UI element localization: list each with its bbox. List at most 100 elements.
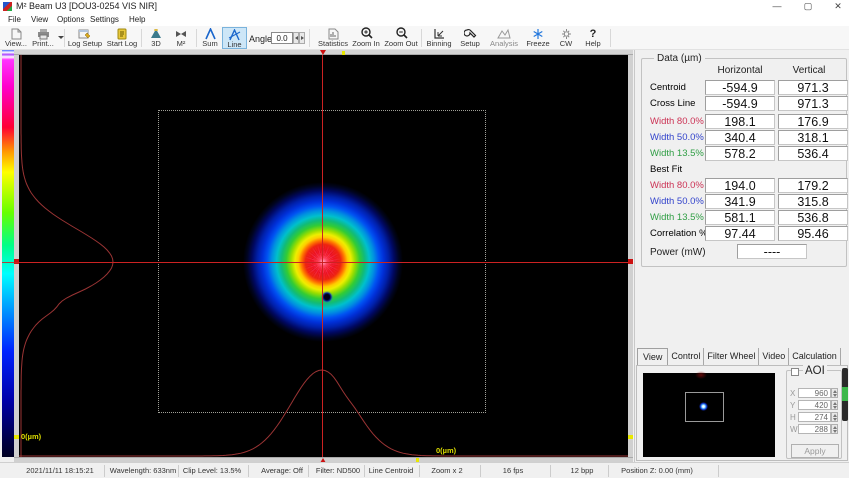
preview-beam-dot <box>699 402 708 411</box>
filter-indicator[interactable] <box>842 368 848 421</box>
data-value-horizontal: 581.1 <box>705 210 775 225</box>
app-icon <box>3 2 12 11</box>
ruler-right-zero-marker <box>628 435 633 439</box>
data-row-label: Centroid <box>650 82 686 93</box>
data-panel: Data (µm) Horizontal Vertical Centroid-5… <box>634 50 849 462</box>
title-bar: M² Beam U3 [DOU3-0254 VIS NIR] — ▢ ✕ <box>0 0 849 13</box>
preview-smudge <box>695 371 707 379</box>
freeze-button[interactable]: Freeze <box>523 27 553 49</box>
menu-help[interactable]: Help <box>129 13 145 26</box>
aoi-field-spinner[interactable] <box>831 400 838 410</box>
ruler-right-cursor-marker[interactable] <box>628 259 633 264</box>
tab-control[interactable]: Control <box>668 348 704 365</box>
status-item: 16 fps <box>503 466 523 475</box>
status-separator <box>608 465 609 477</box>
aoi-field-spinner[interactable] <box>831 388 838 398</box>
analysis-button[interactable]: Analysis <box>486 27 522 49</box>
cw-button[interactable]: CW <box>554 27 578 49</box>
m2-button[interactable]: M² <box>169 27 193 49</box>
print-button[interactable]: Print... <box>30 27 56 49</box>
data-groupbox: Data (µm) Horizontal Vertical Centroid-5… <box>641 58 847 267</box>
beam-display[interactable]: 0(µm) 0(µm) <box>19 55 628 457</box>
data-row-label: Cross Line <box>650 98 695 109</box>
toolbar: View... Print... Log Setup Start Log <box>0 26 849 50</box>
aoi-field-spinner[interactable] <box>831 412 838 422</box>
y-axis-zero-label: 0(µm) <box>21 432 41 441</box>
crosshair-horizontal[interactable] <box>19 262 628 263</box>
profile-curves <box>19 55 628 457</box>
power-value: ---- <box>737 244 807 259</box>
status-bar: 2021/11/11 18:15:21Wavelength: 633nmClip… <box>0 462 849 478</box>
data-value-horizontal: 340.4 <box>705 130 775 145</box>
aoi-label: AOI <box>803 365 827 377</box>
maximize-button[interactable]: ▢ <box>797 0 819 13</box>
close-button[interactable]: ✕ <box>827 0 849 13</box>
angle-input[interactable]: 0.0 <box>271 32 293 44</box>
aoi-field-spinner[interactable] <box>831 424 838 434</box>
aoi-checkbox[interactable] <box>791 368 799 376</box>
zoom-out-button[interactable]: Zoom Out <box>383 27 419 49</box>
start-log-button[interactable]: Start Log <box>104 27 140 49</box>
3d-button[interactable]: 3D <box>144 27 168 49</box>
aoi-field-input[interactable]: 288 <box>798 424 831 434</box>
aoi-groupbox: AOI X960Y420H274W288 Apply <box>786 370 842 459</box>
crosshair-vertical[interactable] <box>322 55 323 457</box>
aoi-field-label: W <box>790 425 798 434</box>
menu-view[interactable]: View <box>31 13 48 26</box>
data-value-horizontal: 97.44 <box>705 226 775 241</box>
aoi-field-label: Y <box>790 401 795 410</box>
status-item: 2021/11/11 18:15:21 <box>26 466 94 475</box>
help-button[interactable]: ? Help <box>579 27 607 49</box>
filter-indicator-level <box>842 387 848 401</box>
aoi-field-input[interactable]: 420 <box>798 400 831 410</box>
data-row-label: Correlation % <box>650 228 708 239</box>
data-value-vertical: 318.1 <box>778 130 848 145</box>
data-value-horizontal: 194.0 <box>705 178 775 193</box>
data-value-horizontal: 341.9 <box>705 194 775 209</box>
tab-filter-wheel[interactable]: Filter Wheel <box>704 348 759 365</box>
data-value-vertical: 179.2 <box>778 178 848 193</box>
aoi-apply-button[interactable]: Apply <box>791 444 839 458</box>
menu-file[interactable]: File <box>8 13 21 26</box>
column-horizontal: Horizontal <box>717 65 762 76</box>
aoi-field-input[interactable]: 274 <box>798 412 831 422</box>
log-setup-button[interactable]: Log Setup <box>67 27 103 49</box>
status-item: Wavelength: 633nm <box>110 466 176 475</box>
status-separator <box>550 465 551 477</box>
status-item: 12 bpp <box>571 466 594 475</box>
colormap-bar <box>2 50 14 457</box>
line-button[interactable]: Line <box>222 27 247 49</box>
preview-thumbnail[interactable] <box>643 373 775 457</box>
data-value-vertical: 971.3 <box>778 80 848 95</box>
status-separator <box>178 465 179 477</box>
status-separator <box>718 465 719 477</box>
tab-strip: ViewControlFilter WheelVideoCalculation <box>637 348 849 365</box>
view-button[interactable]: View... <box>2 27 30 49</box>
aoi-field-label: X <box>790 389 795 398</box>
angle-spin-right[interactable] <box>299 32 305 44</box>
status-separator <box>364 465 365 477</box>
setup-button[interactable]: Setup <box>456 27 484 49</box>
data-row-label: Width 13.5% <box>650 148 704 159</box>
menu-options[interactable]: Options <box>57 13 85 26</box>
aoi-field-input[interactable]: 960 <box>798 388 831 398</box>
tab-view[interactable]: View <box>637 348 668 365</box>
data-value-horizontal: -594.9 <box>705 80 775 95</box>
tab-page: AOI X960Y420H274W288 Apply <box>636 365 848 461</box>
sum-button[interactable]: Sum <box>199 27 221 49</box>
status-separator <box>308 465 309 477</box>
tab-video[interactable]: Video <box>759 348 789 365</box>
data-row-label: Width 50.0% <box>650 196 704 207</box>
status-separator <box>104 465 105 477</box>
zoom-in-button[interactable]: Zoom In <box>350 27 382 49</box>
data-value-horizontal: 578.2 <box>705 146 775 161</box>
minimize-button[interactable]: — <box>766 0 788 13</box>
binning-button[interactable]: Binning <box>424 27 454 49</box>
menu-settings[interactable]: Settings <box>90 13 119 26</box>
statistics-button[interactable]: Statistics <box>312 27 354 49</box>
crosshair-horizontal-extension <box>2 262 19 263</box>
tab-calculation[interactable]: Calculation <box>789 348 841 365</box>
ruler-right[interactable] <box>628 55 633 457</box>
status-item: Average: Off <box>261 466 303 475</box>
data-value-vertical: 315.8 <box>778 194 848 209</box>
